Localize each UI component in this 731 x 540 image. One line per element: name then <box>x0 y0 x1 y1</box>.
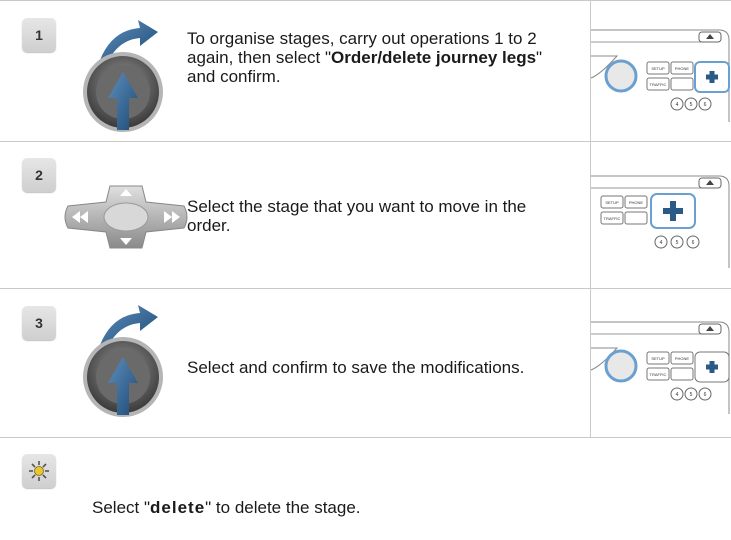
menu-option-order-delete: Order/delete journey legs <box>331 48 537 67</box>
svg-text:6: 6 <box>692 240 695 246</box>
step-number: 2 <box>35 167 43 183</box>
step-number: 1 <box>35 27 43 43</box>
tip-lightbulb-icon <box>29 461 49 481</box>
svg-text:4: 4 <box>676 392 679 398</box>
svg-text:SETUP: SETUP <box>651 356 665 361</box>
radio-panel-knob-highlight-icon: SETUP PHONE TRAFFIC 4 5 6 <box>590 321 730 414</box>
directional-pad-icon <box>64 185 188 249</box>
svg-text:5: 5 <box>676 240 679 246</box>
step-instruction: Select and confirm to save the modificat… <box>187 358 525 377</box>
svg-text:PHONE: PHONE <box>675 356 690 361</box>
svg-text:5: 5 <box>690 102 693 108</box>
step-number: 3 <box>35 315 43 331</box>
step-instruction: Select the stage that you want to move i… <box>187 197 527 235</box>
row-divider <box>0 141 731 142</box>
svg-text:SETUP: SETUP <box>651 66 665 71</box>
tip-badge <box>22 454 56 488</box>
step-number-badge: 2 <box>22 158 56 192</box>
svg-text:6: 6 <box>704 102 707 108</box>
radio-panel-dpad-highlight-icon: SETUP PHONE TRAFFIC 4 5 6 <box>591 175 730 268</box>
step-number-badge: 1 <box>22 18 56 52</box>
row-divider <box>0 288 731 289</box>
table-border-top <box>0 0 731 1</box>
row-divider <box>0 437 731 438</box>
radio-panel-knob-highlight-icon: SETUP PHONE TRAFFIC 4 5 6 <box>590 29 730 122</box>
svg-text:TRAFFIC: TRAFFIC <box>650 372 667 377</box>
step-number-badge: 3 <box>22 306 56 340</box>
svg-text:4: 4 <box>676 102 679 108</box>
svg-text:4: 4 <box>660 240 663 246</box>
svg-text:TRAFFIC: TRAFFIC <box>604 216 621 221</box>
svg-text:TRAFFIC: TRAFFIC <box>650 82 667 87</box>
svg-text:PHONE: PHONE <box>675 66 690 71</box>
rotary-knob-press-icon <box>83 305 163 417</box>
svg-text:6: 6 <box>704 392 707 398</box>
menu-option-delete: delete <box>150 498 206 517</box>
tip-text: Select "delete" to delete the stage. <box>92 498 361 517</box>
svg-text:PHONE: PHONE <box>629 200 644 205</box>
rotary-knob-press-icon <box>83 20 163 132</box>
step-instruction: To organise stages, carry out operations… <box>187 29 543 86</box>
svg-text:5: 5 <box>690 392 693 398</box>
svg-text:SETUP: SETUP <box>605 200 619 205</box>
